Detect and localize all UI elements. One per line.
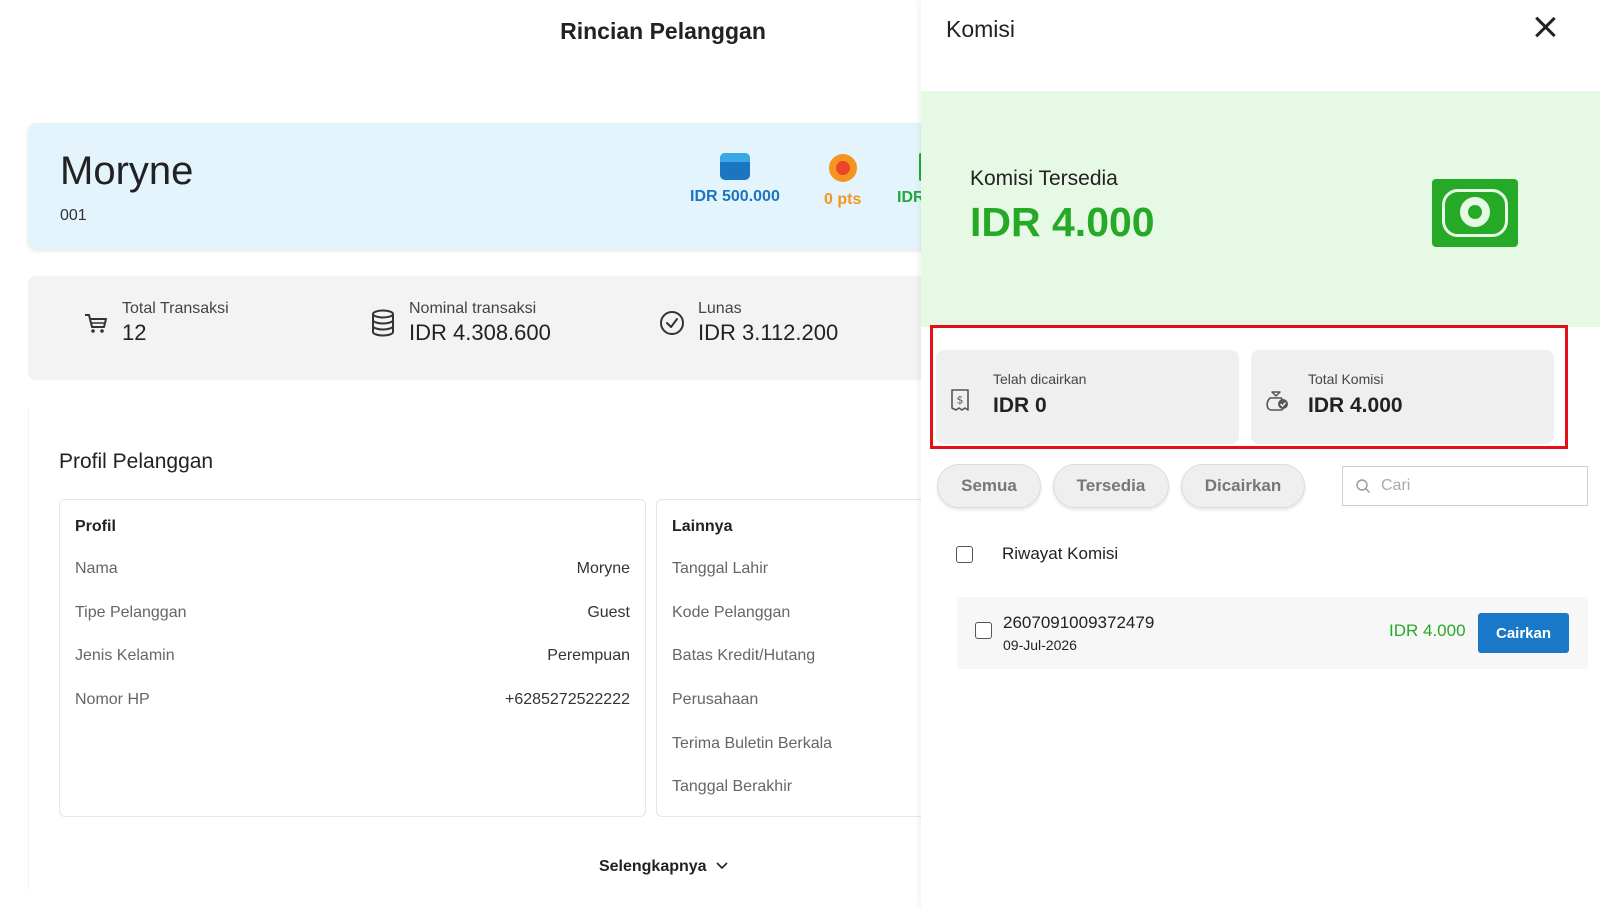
available-commission-panel: Komisi Tersedia IDR 4.000 (921, 91, 1600, 327)
points-stat[interactable]: 0 pts (824, 153, 861, 209)
chevron-down-icon (716, 862, 728, 870)
transaction-date: 09-Jul-2026 (1003, 637, 1077, 653)
select-all-checkbox[interactable] (956, 546, 973, 563)
check-circle-icon (658, 309, 686, 337)
summary-value: IDR 4.308.600 (409, 320, 551, 345)
receipt-dollar-icon: $ (949, 388, 971, 411)
filter-disbursed-button[interactable]: Dicairkan (1181, 464, 1305, 508)
summary-label: Total Transaksi (122, 300, 229, 317)
summary-label: Lunas (698, 300, 742, 317)
total-commission-card: Total Komisi IDR 4.000 (1251, 350, 1554, 444)
total-commission-value: IDR 4.000 (1308, 394, 1403, 417)
filter-all-button[interactable]: Semua (937, 464, 1041, 508)
profile-row-type: Tipe Pelanggan Guest (75, 604, 630, 621)
total-commission-label: Total Komisi (1308, 371, 1384, 387)
profile-row-name: Nama Moryne (75, 560, 630, 577)
svg-text:$: $ (957, 394, 964, 407)
points-value: 0 pts (824, 191, 862, 208)
other-box-heading: Lainnya (672, 518, 733, 535)
disbursed-value: IDR 0 (993, 394, 1047, 417)
summary-value: 12 (122, 320, 147, 345)
summary-paid: Lunas IDR 3.112.200 (658, 300, 838, 346)
profile-box: Profil Nama Moryne Tipe Pelanggan Guest … (59, 499, 646, 817)
summary-total-transactions: Total Transaksi 12 (82, 300, 229, 346)
profile-row-gender: Jenis Kelamin Perempuan (75, 647, 630, 664)
profile-row-phone: Nomor HP +6285272522222 (75, 691, 630, 708)
drawer-title: Komisi (946, 16, 1016, 42)
balance-stat[interactable]: IDR 500.000 (690, 153, 780, 206)
disburse-button[interactable]: Cairkan (1478, 613, 1569, 653)
profile-section-title: Profil Pelanggan (59, 450, 214, 473)
summary-label: Nominal transaksi (409, 300, 537, 317)
wallet-icon (719, 153, 750, 180)
summary-nominal: Nominal transaksi IDR 4.308.600 (369, 300, 551, 346)
balance-value: IDR 500.000 (690, 188, 780, 205)
close-icon[interactable] (1532, 14, 1558, 40)
row-checkbox[interactable] (975, 622, 992, 639)
commission-drawer: Komisi Komisi Tersedia IDR 4.000 (921, 0, 1600, 908)
customer-code: 001 (60, 207, 87, 224)
disbursed-card: $ Telah dicairkan IDR 0 (936, 350, 1239, 444)
transaction-amount: IDR 4.000 (1389, 621, 1466, 640)
profile-box-heading: Profil (75, 518, 116, 535)
filter-available-button[interactable]: Tersedia (1053, 464, 1169, 508)
customer-name: Moryne (60, 149, 194, 193)
search-field[interactable] (1342, 466, 1588, 506)
commission-history-label: Riwayat Komisi (1002, 544, 1119, 563)
search-input[interactable] (1381, 477, 1571, 495)
cash-icon (1432, 179, 1518, 247)
search-icon (1356, 479, 1370, 493)
money-bag-check-icon (1264, 388, 1288, 411)
cart-icon (82, 309, 110, 337)
available-commission-label: Komisi Tersedia (970, 167, 1118, 190)
points-badge-icon (828, 153, 858, 183)
disbursed-label: Telah dicairkan (993, 371, 1087, 387)
transaction-id: 2607091009372479 (1003, 613, 1155, 632)
commission-row: 2607091009372479 09-Jul-2026 IDR 4.000 C… (957, 597, 1588, 669)
database-icon (369, 309, 397, 337)
summary-value: IDR 3.112.200 (698, 320, 839, 345)
available-commission-value: IDR 4.000 (970, 199, 1155, 245)
